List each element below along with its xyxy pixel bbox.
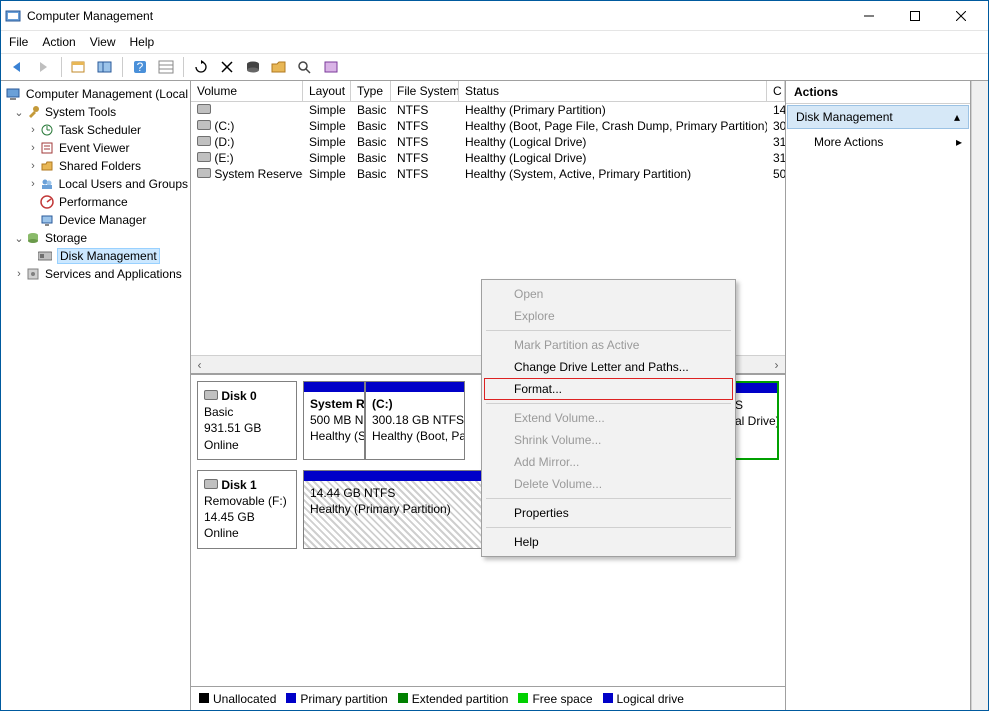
tree-shared-folders[interactable]: Shared Folders [59, 159, 141, 173]
menu-item-shrink-volume: Shrink Volume... [484, 429, 733, 451]
col-capacity[interactable]: C [767, 81, 785, 101]
shared-icon [39, 158, 55, 174]
col-volume[interactable]: Volume [191, 81, 303, 101]
tree-services[interactable]: Services and Applications [45, 267, 182, 281]
volume-header[interactable]: Volume Layout Type File System Status C [191, 81, 785, 102]
tree-event-viewer[interactable]: Event Viewer [59, 141, 129, 155]
actions-header: Actions [786, 81, 970, 104]
collapse-icon[interactable]: ▴ [954, 110, 960, 124]
volume-row[interactable]: System ReservedSimpleBasicNTFSHealthy (S… [191, 166, 785, 182]
magnifier-icon[interactable] [294, 56, 316, 78]
menu-view[interactable]: View [90, 35, 116, 49]
drive-icon [197, 136, 211, 146]
delete-icon[interactable] [216, 56, 238, 78]
disk-icon [204, 390, 218, 400]
volume-row[interactable]: SimpleBasicNTFSHealthy (Primary Partitio… [191, 102, 785, 118]
storage-icon [25, 230, 41, 246]
disk-mgmt-icon [37, 248, 53, 264]
col-status[interactable]: Status [459, 81, 767, 101]
tree-storage[interactable]: Storage [45, 231, 87, 245]
menu-action[interactable]: Action [42, 35, 75, 49]
menu-item-change-drive-letter-and-paths[interactable]: Change Drive Letter and Paths... [484, 356, 733, 378]
menubar: File Action View Help [1, 31, 988, 53]
list-icon[interactable] [155, 56, 177, 78]
disk-info[interactable]: Disk 0Basic931.51 GBOnline [197, 381, 297, 460]
drive-icon [197, 152, 211, 162]
panel-icon[interactable] [94, 56, 116, 78]
window-vscrollbar[interactable] [971, 81, 988, 710]
col-type[interactable]: Type [351, 81, 391, 101]
window-title: Computer Management [27, 9, 846, 23]
actions-section-disk-management[interactable]: Disk Management ▴ [787, 105, 969, 129]
partition[interactable]: (C:)300.18 GB NTFSHealthy (Boot, Pag [365, 381, 465, 460]
new-window-icon[interactable] [68, 56, 90, 78]
legend: Unallocated Primary partition Extended par… [191, 686, 785, 710]
back-button[interactable] [7, 56, 29, 78]
disk-icon-1[interactable] [242, 56, 264, 78]
actions-more[interactable]: More Actions ▸ [786, 130, 970, 154]
tree-performance[interactable]: Performance [59, 195, 128, 209]
menu-item-delete-volume: Delete Volume... [484, 473, 733, 495]
context-menu[interactable]: OpenExplore Mark Partition as ActiveChang… [481, 279, 736, 557]
legend-item: Extended partition [398, 692, 509, 706]
menu-item-properties[interactable]: Properties [484, 502, 733, 524]
folder-open-icon[interactable] [268, 56, 290, 78]
menu-file[interactable]: File [9, 35, 28, 49]
drive-icon [197, 104, 211, 114]
scroll-right-icon[interactable]: › [768, 357, 785, 373]
disk-icon [204, 479, 218, 489]
users-icon [39, 176, 55, 192]
minimize-button[interactable] [846, 2, 892, 30]
help-icon[interactable]: ? [129, 56, 151, 78]
tree-root[interactable]: Computer Management (Local [26, 87, 188, 101]
toolbar: ? [1, 53, 988, 81]
tree-system-tools[interactable]: System Tools [45, 105, 116, 119]
menu-item-format[interactable]: Format... [484, 378, 733, 400]
actions-pane: Actions Disk Management ▴ More Actions ▸ [786, 81, 971, 710]
drive-icon [197, 168, 211, 178]
app-icon [5, 8, 21, 24]
volume-row[interactable]: (D:)SimpleBasicNTFSHealthy (Logical Driv… [191, 134, 785, 150]
scroll-left-icon[interactable]: ‹ [191, 357, 208, 373]
tree-device-manager[interactable]: Device Manager [59, 213, 146, 227]
svg-text:?: ? [137, 60, 144, 74]
volume-row[interactable]: (C:)SimpleBasicNTFSHealthy (Boot, Page F… [191, 118, 785, 134]
legend-item: Unallocated [199, 692, 276, 706]
volume-row[interactable]: (E:)SimpleBasicNTFSHealthy (Logical Driv… [191, 150, 785, 166]
tools-icon [25, 104, 41, 120]
tree-local-users[interactable]: Local Users and Groups [59, 177, 188, 191]
menu-help[interactable]: Help [130, 35, 155, 49]
services-icon [25, 266, 41, 282]
forward-button[interactable] [33, 56, 55, 78]
device-icon [39, 212, 55, 228]
clock-icon [39, 122, 55, 138]
menu-item-explore: Explore [484, 305, 733, 327]
event-icon [39, 140, 55, 156]
menu-item-help[interactable]: Help [484, 531, 733, 553]
legend-item: Free space [518, 692, 592, 706]
drive-icon [197, 120, 211, 130]
refresh-icon[interactable] [190, 56, 212, 78]
chevron-right-icon: ▸ [956, 135, 962, 149]
maximize-button[interactable] [892, 2, 938, 30]
tree-disk-management[interactable]: Disk Management [57, 248, 160, 264]
tree-task-scheduler[interactable]: Task Scheduler [59, 123, 141, 137]
settings-icon[interactable] [320, 56, 342, 78]
menu-item-open: Open [484, 283, 733, 305]
computer-icon [6, 86, 22, 102]
legend-item: Primary partition [286, 692, 387, 706]
menu-item-mark-partition-as-active: Mark Partition as Active [484, 334, 733, 356]
legend-item: Logical drive [603, 692, 684, 706]
disk-info[interactable]: Disk 1Removable (F:)14.45 GBOnline [197, 470, 297, 549]
performance-icon [39, 194, 55, 210]
nav-tree[interactable]: Computer Management (Local ⌄System Tools… [1, 81, 191, 710]
titlebar: Computer Management [1, 1, 988, 31]
col-layout[interactable]: Layout [303, 81, 351, 101]
col-filesystem[interactable]: File System [391, 81, 459, 101]
partition[interactable]: System R500 MB NHealthy (S [303, 381, 365, 460]
menu-item-add-mirror: Add Mirror... [484, 451, 733, 473]
close-button[interactable] [938, 2, 984, 30]
menu-item-extend-volume: Extend Volume... [484, 407, 733, 429]
